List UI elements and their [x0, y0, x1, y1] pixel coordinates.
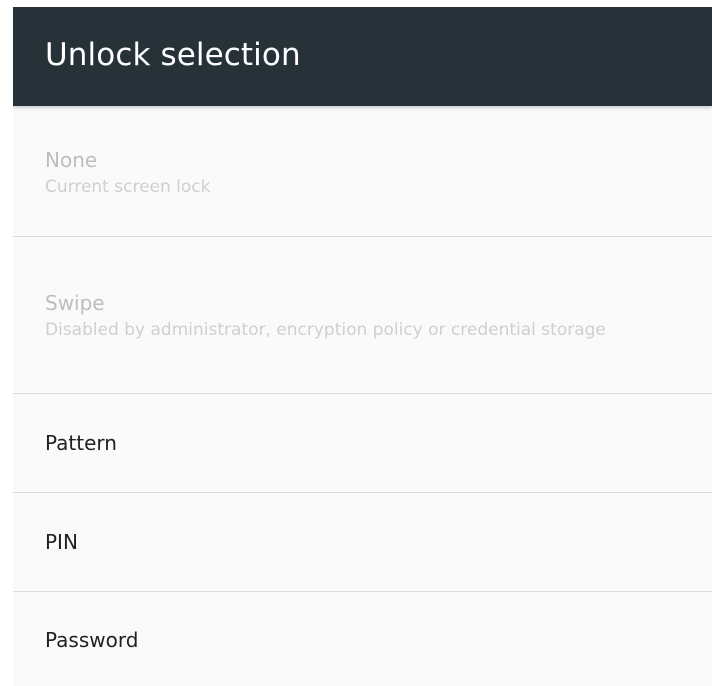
option-pin[interactable]: PIN — [13, 493, 712, 592]
option-password-title: Password — [45, 627, 139, 652]
option-password[interactable]: Password — [13, 592, 712, 685]
option-none-title: None — [45, 148, 98, 172]
page-title: Unlock selection — [45, 36, 301, 73]
option-pattern[interactable]: Pattern — [13, 394, 712, 493]
option-none: None Current screen lock — [13, 106, 712, 237]
option-swipe: Swipe Disabled by administrator, encrypt… — [13, 237, 712, 394]
option-swipe-summary: Disabled by administrator, encryption po… — [45, 320, 606, 340]
app-bar: Unlock selection — [13, 7, 712, 106]
unlock-options-list: None Current screen lock Swipe Disabled … — [13, 106, 712, 685]
option-pin-title: PIN — [45, 530, 78, 554]
unlock-selection-screen: Unlock selection None Current screen loc… — [13, 7, 712, 686]
option-pattern-title: Pattern — [45, 431, 117, 455]
option-none-summary: Current screen lock — [45, 177, 211, 197]
option-swipe-title: Swipe — [45, 291, 105, 315]
